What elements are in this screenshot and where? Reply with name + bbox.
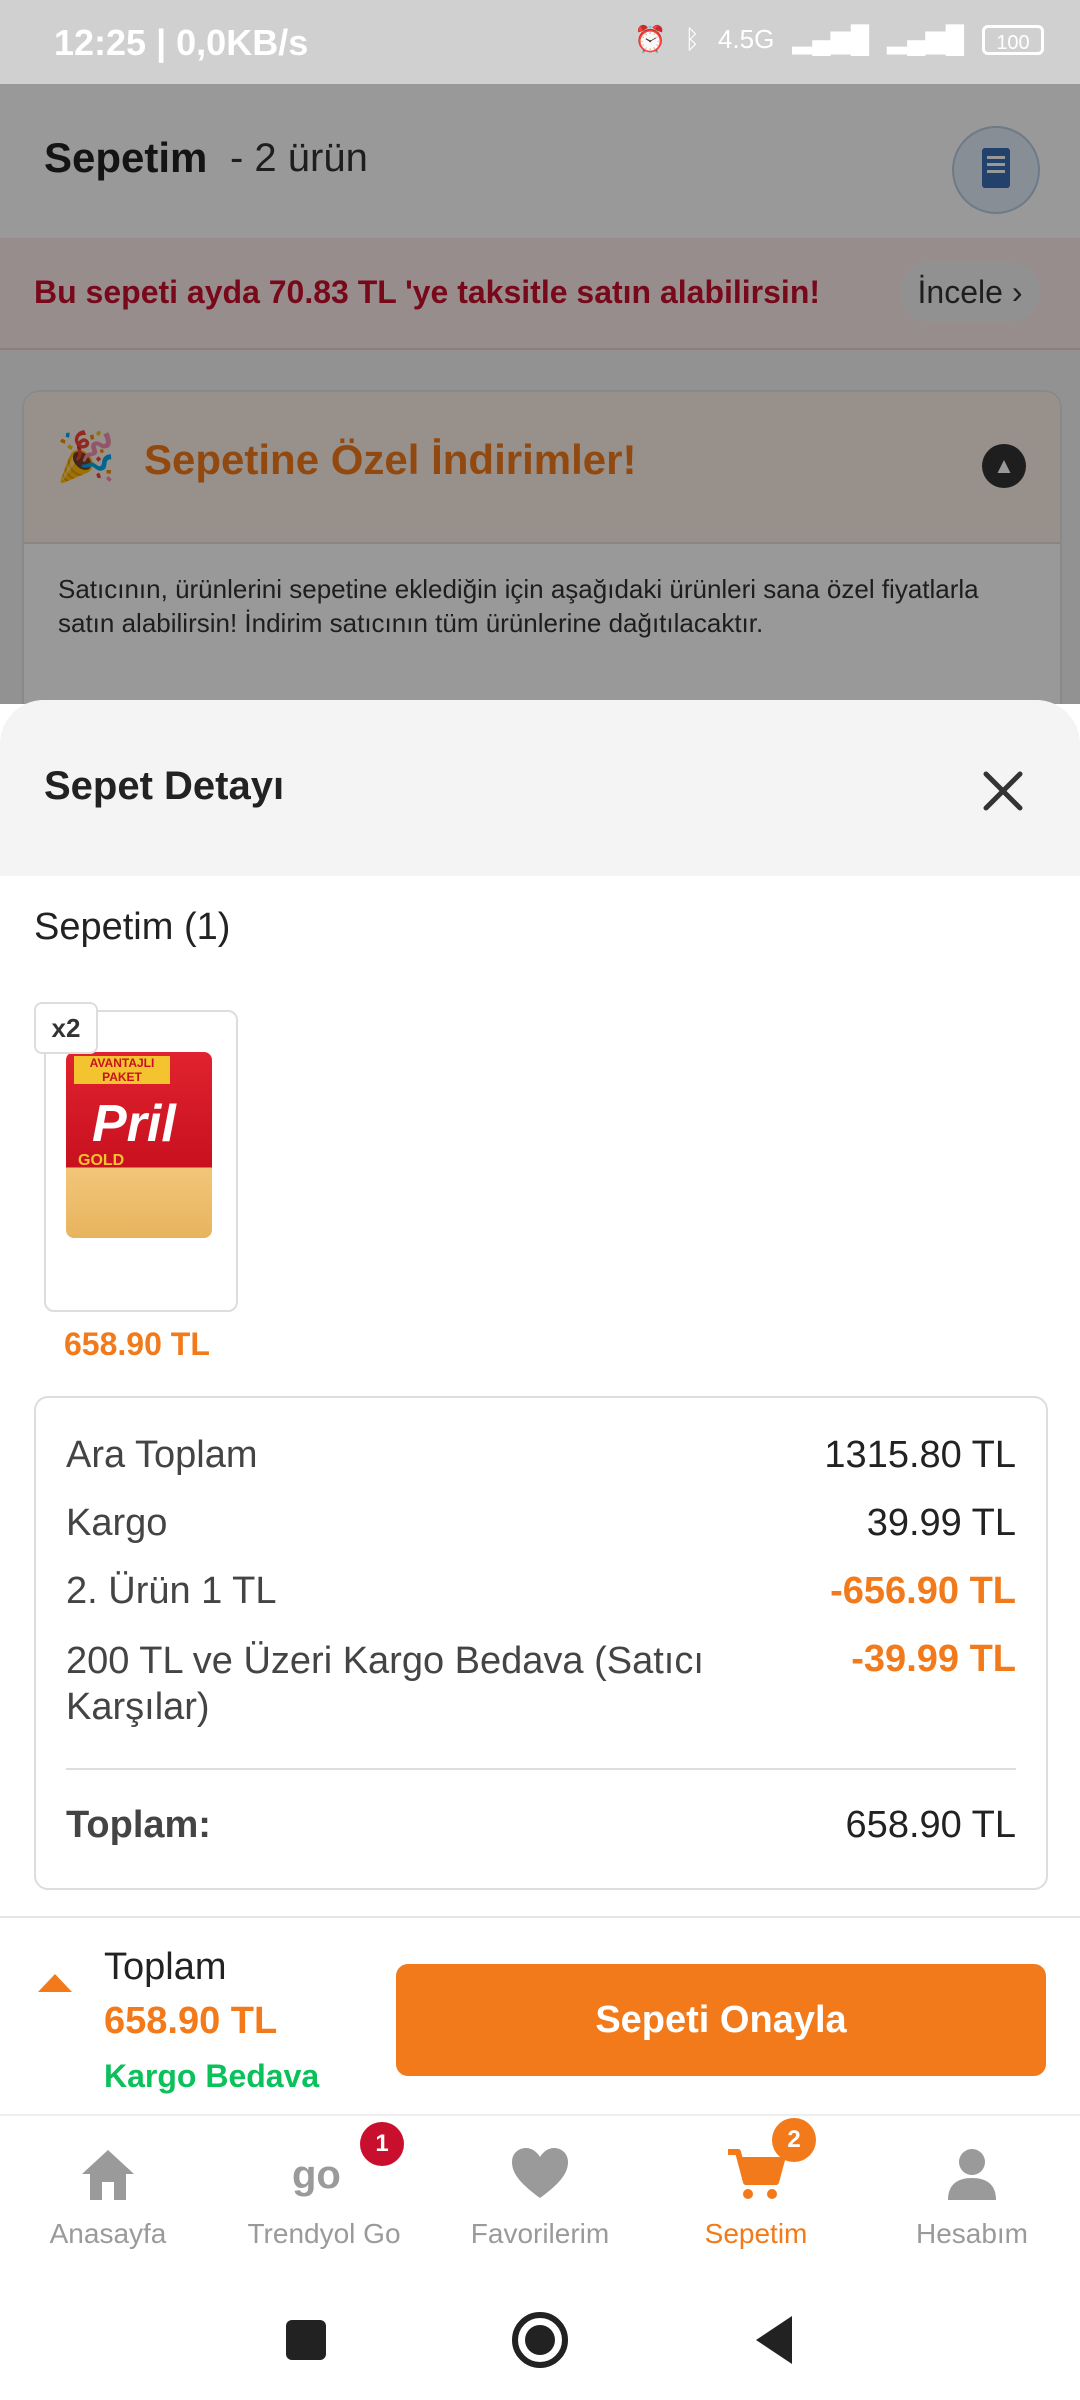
- expand-up-icon[interactable]: [38, 1974, 72, 1992]
- nav-label: Trendyol Go: [247, 2218, 401, 2249]
- nav-label: Hesabım: [915, 2218, 1029, 2249]
- summary-value: 1315.80 TL: [824, 1434, 1016, 1476]
- nav-label: Favorilerim: [470, 2218, 610, 2249]
- bluetooth-icon: ᛒ: [684, 24, 700, 54]
- total-label: Toplam:: [66, 1804, 211, 1846]
- cart-section-label: Sepetim (1): [34, 906, 231, 948]
- signal-icon: ▂▄▆█: [792, 24, 870, 54]
- checkout-total-label: Toplam: [104, 1946, 227, 1988]
- product-price: 658.90 TL: [64, 1326, 210, 1362]
- status-time: 12:25 | 0,0KB/s: [54, 22, 309, 63]
- nav-item-home[interactable]: Anasayfa: [0, 2116, 216, 2282]
- divider: [66, 1768, 1016, 1770]
- summary-value: 39.99 TL: [866, 1502, 1016, 1544]
- product-tag: AVANTAJLI PAKET: [74, 1056, 170, 1084]
- status-icons: ⏰ ᛒ 4.5G ▂▄▆█ ▂▄▆█ 100: [634, 24, 1044, 55]
- sheet-header: Sepet Detayı: [0, 700, 1080, 876]
- svg-text:go: go: [292, 2153, 341, 2197]
- summary-label: 2. Ürün 1 TL: [66, 1570, 277, 1612]
- quantity-badge: x2: [34, 1002, 98, 1054]
- sheet-title: Sepet Detayı: [44, 764, 285, 808]
- summary-label: 200 TL ve Üzeri Kargo Bedava (Satıcı Kar…: [66, 1640, 704, 1728]
- nav-label: Sepetim: [704, 2218, 808, 2249]
- recent-apps-icon[interactable]: [284, 2318, 328, 2362]
- heart-icon: [512, 2148, 568, 2198]
- trendyol-go-icon: go: [292, 2153, 341, 2197]
- free-shipping-label: Kargo Bedava: [104, 2058, 320, 2094]
- summary-label: Ara Toplam: [66, 1434, 258, 1476]
- summary-discount-value: -656.90 TL: [830, 1570, 1016, 1612]
- notification-badge: 1: [360, 2122, 404, 2166]
- product-brand: Pril: [92, 1095, 176, 1153]
- close-icon: [983, 771, 1023, 811]
- cart-detail-sheet: Sepet Detayı Sepetim (1) AVANTAJLI PAKET…: [0, 700, 1080, 1916]
- total-value: 658.90 TL: [845, 1804, 1016, 1846]
- system-navigation-bar: [0, 2280, 1080, 2400]
- product-variant: GOLD: [78, 1152, 125, 1169]
- nav-item-trendyol-go[interactable]: go 1 Trendyol Go: [216, 2116, 432, 2282]
- cart-count-badge: 2: [772, 2118, 816, 2162]
- user-icon: [948, 2149, 996, 2200]
- battery-icon: 100: [982, 24, 1044, 55]
- status-bar: 12:25 | 0,0KB/s ⏰ ᛒ 4.5G ▂▄▆█ ▂▄▆█ 100: [0, 0, 1080, 84]
- product-image: AVANTAJLI PAKET Pril GOLD: [66, 1052, 212, 1238]
- close-button[interactable]: [968, 756, 1038, 826]
- nav-item-account[interactable]: Hesabım: [864, 2116, 1080, 2282]
- nav-item-cart[interactable]: 2 Sepetim: [648, 2116, 864, 2282]
- back-icon[interactable]: [752, 2314, 796, 2366]
- modal-overlay[interactable]: [0, 84, 1080, 704]
- checkout-total-value: 658.90 TL: [104, 2000, 278, 2042]
- confirm-cart-button[interactable]: Sepeti Onayla: [396, 1964, 1046, 2076]
- summary-label: Kargo: [66, 1502, 168, 1544]
- nav-item-favorites[interactable]: Favorilerim: [432, 2116, 648, 2282]
- checkout-bar: Toplam 658.90 TL Kargo Bedava Sepeti Ona…: [0, 1916, 1080, 2116]
- home-button-icon[interactable]: [510, 2310, 570, 2370]
- home-icon: [82, 2150, 134, 2200]
- summary-discount-value: -39.99 TL: [851, 1638, 1016, 1680]
- network-type: 4.5G: [717, 24, 775, 54]
- signal-icon-2: ▂▄▆█: [887, 24, 964, 54]
- bottom-navigation: Anasayfa go 1 Trendyol Go Favorilerim 2 …: [0, 2114, 1080, 2282]
- price-summary: Ara Toplam 1315.80 TL Kargo 39.99 TL 2. …: [34, 1396, 1048, 1890]
- alarm-icon: ⏰: [633, 24, 667, 54]
- nav-label: Anasayfa: [49, 2218, 167, 2249]
